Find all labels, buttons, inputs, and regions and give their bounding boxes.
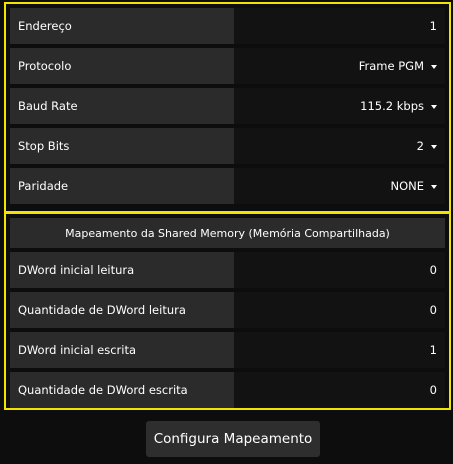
caret-down-icon	[431, 145, 437, 149]
shared-memory-title: Mapeamento da Shared Memory (Memória Com…	[10, 218, 445, 248]
caret-down-icon	[431, 185, 437, 189]
caret-down-icon	[431, 105, 437, 109]
baud-rate-value: 115.2 kbps	[360, 99, 424, 113]
write-count-input[interactable]: 0	[234, 372, 445, 408]
parity-select[interactable]: NONE	[234, 168, 445, 204]
stop-bits-label: Stop Bits	[10, 128, 234, 164]
stop-bits-select[interactable]: 2	[234, 128, 445, 164]
write-count-row: Quantidade de DWord escrita 0	[10, 372, 445, 408]
read-start-label: DWord inicial leitura	[10, 252, 234, 288]
protocol-select[interactable]: Frame PGM	[234, 48, 445, 84]
read-start-input[interactable]: 0	[234, 252, 445, 288]
shared-memory-panel: Mapeamento da Shared Memory (Memória Com…	[4, 212, 451, 410]
address-input[interactable]: 1	[234, 8, 445, 44]
write-count-value: 0	[429, 383, 437, 397]
caret-down-icon	[431, 65, 437, 69]
baud-rate-row: Baud Rate 115.2 kbps	[10, 88, 445, 124]
stop-bits-row: Stop Bits 2	[10, 128, 445, 164]
configure-mapping-button[interactable]: Configura Mapeamento	[146, 421, 320, 457]
write-start-input[interactable]: 1	[234, 332, 445, 368]
write-count-label: Quantidade de DWord escrita	[10, 372, 234, 408]
protocol-row: Protocolo Frame PGM	[10, 48, 445, 84]
read-start-row: DWord inicial leitura 0	[10, 252, 445, 288]
write-start-value: 1	[429, 343, 437, 357]
parity-label: Paridade	[10, 168, 234, 204]
read-count-label: Quantidade de DWord leitura	[10, 292, 234, 328]
read-start-value: 0	[429, 263, 437, 277]
serial-settings-panel: Endereço 1 Protocolo Frame PGM Baud Rate…	[4, 2, 451, 213]
baud-rate-select[interactable]: 115.2 kbps	[234, 88, 445, 124]
read-count-input[interactable]: 0	[234, 292, 445, 328]
address-label: Endereço	[10, 8, 234, 44]
address-value: 1	[429, 19, 437, 33]
write-start-row: DWord inicial escrita 1	[10, 332, 445, 368]
read-count-value: 0	[429, 303, 437, 317]
read-count-row: Quantidade de DWord leitura 0	[10, 292, 445, 328]
parity-value: NONE	[390, 179, 424, 193]
protocol-label: Protocolo	[10, 48, 234, 84]
parity-row: Paridade NONE	[10, 168, 445, 204]
stop-bits-value: 2	[416, 139, 424, 153]
address-row: Endereço 1	[10, 8, 445, 44]
baud-rate-label: Baud Rate	[10, 88, 234, 124]
protocol-value: Frame PGM	[358, 59, 424, 73]
write-start-label: DWord inicial escrita	[10, 332, 234, 368]
